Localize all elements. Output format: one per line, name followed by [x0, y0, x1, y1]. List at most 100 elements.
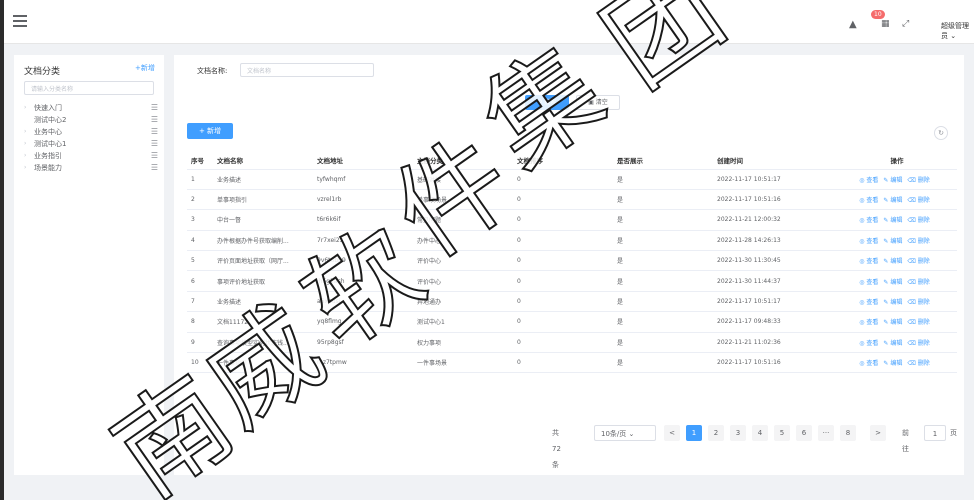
- table-row: 3 中台一督 t6r6k6if 常见问题 0 是 2022-11-21 12:00:32 ◎ …: [187, 209, 957, 231]
- table-row: 10 一件事指引 mz7tpmw 一件事场景 0 是 2022-11-17 10:51:16…: [187, 352, 957, 374]
- delete-button[interactable]: ⌫ 删除: [907, 279, 929, 286]
- tree-item[interactable]: 测试中心2 ☰: [24, 115, 158, 127]
- item-menu-icon[interactable]: ☰: [151, 151, 158, 160]
- fullscreen-icon[interactable]: ⤢: [902, 19, 909, 29]
- delete-button[interactable]: ⌫ 删除: [907, 340, 929, 347]
- table-cell: 2022-11-17 10:51:17: [713, 169, 833, 190]
- table-cell: a6xpdsj: [313, 291, 413, 313]
- doc-name-input[interactable]: 文档名称: [240, 63, 374, 77]
- page-button[interactable]: 6: [796, 425, 812, 441]
- view-button[interactable]: ◎ 查看: [859, 217, 878, 224]
- row-actions: ◎ 查看 ✎ 编辑 ⌫ 删除: [833, 311, 957, 333]
- top-header: ▲ 10 ▦ ⤢ 超级管理员 ⌄: [4, 0, 974, 44]
- edit-button[interactable]: ✎ 编辑: [883, 279, 902, 286]
- main-panel: 文档名称: 文档名称 ⚲ 搜索 ▣ 清空 + 新增 ↻ 序号 文档名称 文档地址 文档…: [174, 55, 964, 475]
- view-button[interactable]: ◎ 查看: [859, 177, 878, 184]
- view-button[interactable]: ◎ 查看: [859, 299, 878, 306]
- table-cell: 测试中心1: [413, 311, 513, 333]
- tree-item[interactable]: › 业务中心 ☰: [24, 127, 158, 139]
- page-button[interactable]: 4: [752, 425, 768, 441]
- bell-icon[interactable]: ▲: [849, 19, 861, 31]
- refresh-icon[interactable]: ↻: [934, 126, 948, 140]
- row-actions: ◎ 查看 ✎ 编辑 ⌫ 删除: [833, 209, 957, 231]
- page-button[interactable]: 3: [730, 425, 746, 441]
- column-header: 文档分类: [413, 151, 513, 170]
- table-cell: 单事项场景: [413, 189, 513, 211]
- trash-icon: ▣: [588, 99, 594, 106]
- table-cell: 是: [613, 352, 713, 374]
- edit-button[interactable]: ✎ 编辑: [883, 238, 902, 245]
- edit-button[interactable]: ✎ 编辑: [883, 217, 902, 224]
- search-button[interactable]: ⚲ 搜索: [525, 95, 569, 110]
- more-pages-button[interactable]: ···: [818, 425, 834, 441]
- category-search-input[interactable]: 请输入分类名称: [24, 81, 154, 95]
- clear-button[interactable]: ▣ 清空: [576, 95, 620, 110]
- table-cell: 办件根据办件号获取编削...: [213, 230, 313, 252]
- delete-button[interactable]: ⌫ 删除: [907, 258, 929, 265]
- goto-page-input[interactable]: 1: [924, 425, 946, 441]
- total-count: 共 72 条: [552, 429, 561, 469]
- item-menu-icon[interactable]: ☰: [151, 127, 158, 136]
- item-menu-icon[interactable]: ☰: [151, 139, 158, 148]
- table-cell: 是: [613, 270, 713, 292]
- delete-button[interactable]: ⌫ 删除: [907, 197, 929, 204]
- next-page-button[interactable]: >: [870, 425, 886, 441]
- edit-button[interactable]: ✎ 编辑: [883, 319, 902, 326]
- item-menu-icon[interactable]: ☰: [151, 115, 158, 124]
- view-button[interactable]: ◎ 查看: [859, 360, 878, 367]
- delete-button[interactable]: ⌫ 删除: [907, 299, 929, 306]
- goto-label: 前往: [902, 429, 909, 453]
- table-cell: 2022-11-21 11:02:36: [713, 332, 833, 354]
- delete-button[interactable]: ⌫ 删除: [907, 360, 929, 367]
- prev-page-button[interactable]: <: [664, 425, 680, 441]
- edit-button[interactable]: ✎ 编辑: [883, 177, 902, 184]
- edit-button[interactable]: ✎ 编辑: [883, 299, 902, 306]
- caret-right-icon[interactable]: ›: [24, 104, 26, 111]
- delete-button[interactable]: ⌫ 删除: [907, 177, 929, 184]
- view-button[interactable]: ◎ 查看: [859, 319, 878, 326]
- tree-item[interactable]: › 快速入门 ☰: [24, 103, 158, 115]
- view-button[interactable]: ◎ 查看: [859, 340, 878, 347]
- calendar-icon[interactable]: ▦: [881, 19, 890, 29]
- edit-button[interactable]: ✎ 编辑: [883, 340, 902, 347]
- caret-right-icon[interactable]: ›: [24, 140, 26, 147]
- item-menu-icon[interactable]: ☰: [151, 163, 158, 172]
- delete-button[interactable]: ⌫ 删除: [907, 217, 929, 224]
- edit-button[interactable]: ✎ 编辑: [883, 258, 902, 265]
- view-button[interactable]: ◎ 查看: [859, 197, 878, 204]
- user-menu[interactable]: 超级管理员 ⌄: [941, 21, 974, 41]
- tree-item[interactable]: › 业务指引 ☰: [24, 151, 158, 163]
- row-actions: ◎ 查看 ✎ 编辑 ⌫ 删除: [833, 352, 957, 374]
- table-cell: 是: [613, 291, 713, 313]
- page-size-select[interactable]: 10条/页 ⌄: [594, 425, 656, 441]
- menu-toggle-icon[interactable]: [13, 15, 27, 27]
- table-row: 7 业务描述 a6xpdsj 异地通办 0 是 2022-11-17 10:51:17 ◎ 查…: [187, 291, 957, 313]
- tree-item[interactable]: › 场景能力 ☰: [24, 163, 158, 175]
- table-cell: 业务描述: [213, 291, 313, 313]
- add-document-button[interactable]: + 新增: [187, 123, 233, 139]
- table-cell: 评价中心: [413, 250, 513, 272]
- view-button[interactable]: ◎ 查看: [859, 279, 878, 286]
- edit-button[interactable]: ✎ 编辑: [883, 360, 902, 367]
- row-actions: ◎ 查看 ✎ 编辑 ⌫ 删除: [833, 230, 957, 252]
- table-cell: 5: [187, 250, 213, 272]
- delete-button[interactable]: ⌫ 删除: [907, 319, 929, 326]
- edit-button[interactable]: ✎ 编辑: [883, 197, 902, 204]
- page-button[interactable]: 5: [774, 425, 790, 441]
- caret-right-icon[interactable]: ›: [24, 128, 26, 135]
- table-cell: ih5g2ash: [313, 270, 413, 292]
- table-cell: 业务描述: [213, 169, 313, 190]
- delete-button[interactable]: ⌫ 删除: [907, 238, 929, 245]
- page-button[interactable]: 8: [840, 425, 856, 441]
- add-category-button[interactable]: +新增: [135, 63, 155, 73]
- item-menu-icon[interactable]: ☰: [151, 103, 158, 112]
- view-button[interactable]: ◎ 查看: [859, 258, 878, 265]
- tree-item-label: 快速入门: [34, 104, 62, 112]
- tree-item[interactable]: › 测试中心1 ☰: [24, 139, 158, 151]
- page-button[interactable]: 1: [686, 425, 702, 441]
- caret-right-icon[interactable]: ›: [24, 164, 26, 171]
- view-button[interactable]: ◎ 查看: [859, 238, 878, 245]
- documents-table: 序号 文档名称 文档地址 文档分类 文档排序 是否展示 创建时间 操作 1 业务描述 tyfwhq…: [187, 151, 957, 374]
- caret-right-icon[interactable]: ›: [24, 152, 26, 159]
- page-button[interactable]: 2: [708, 425, 724, 441]
